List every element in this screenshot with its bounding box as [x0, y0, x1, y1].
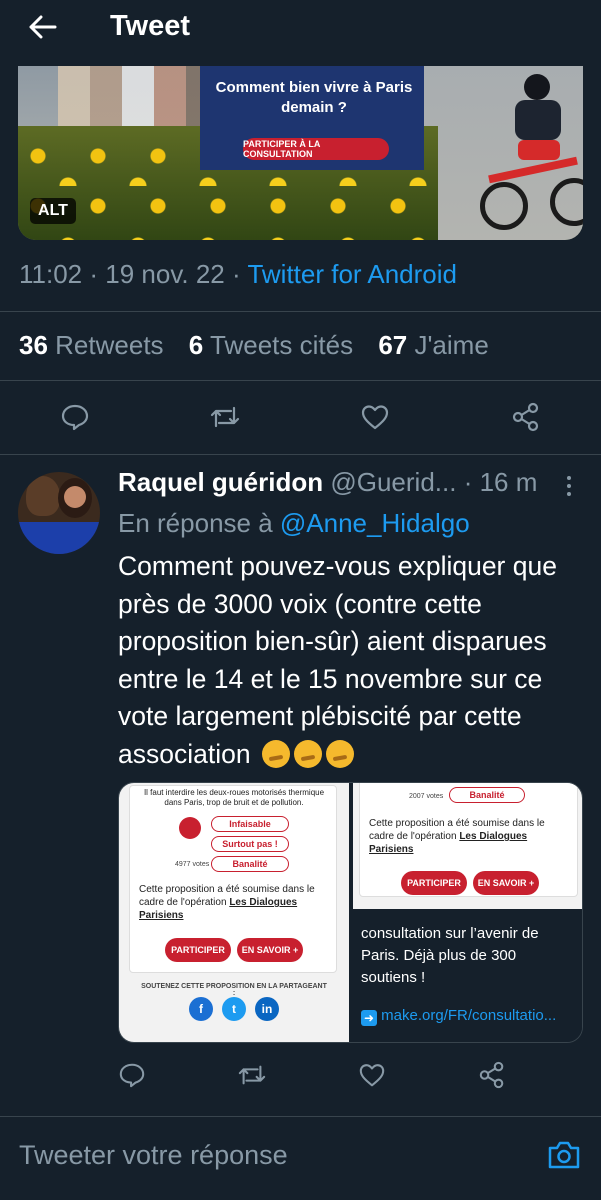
preview-link-row[interactable]: ➜ make.org/FR/consultatio... — [361, 1005, 582, 1027]
linkedin-icon: in — [255, 997, 279, 1021]
thinking-face-icon — [261, 739, 290, 768]
reply-time: · 16 m — [463, 467, 538, 497]
divider — [0, 454, 601, 455]
reply-compose-input[interactable]: Tweeter votre réponse — [19, 1140, 288, 1171]
divider — [0, 1116, 601, 1117]
reply-media-grid: Il faut interdire les deux-roues motoris… — [118, 782, 583, 1043]
likes-label[interactable]: J'aime — [414, 330, 488, 360]
image-child-shorts — [518, 140, 560, 160]
option-banalite: Banalité — [449, 787, 525, 803]
retweets-label[interactable]: Retweets — [55, 330, 163, 360]
reply-icon[interactable] — [115, 1058, 149, 1092]
replying-to: En réponse à @Anne_Hidalgo — [118, 508, 470, 539]
proposal-card — [129, 785, 337, 973]
preview-link[interactable]: make.org/FR/consultatio... — [381, 1007, 556, 1024]
vote-against-icon — [179, 817, 201, 839]
image-overlay-title: Comment bien vivre à Paris demain ? — [215, 79, 413, 116]
quotes-count[interactable]: 6 — [189, 330, 203, 360]
thinking-face-icon — [325, 739, 354, 768]
avatar-figure — [26, 476, 60, 516]
en-savoir-button: EN SAVOIR + — [473, 871, 539, 895]
proposal-text: Il faut interdire les deux-roues motoris… — [143, 788, 325, 807]
more-options-icon[interactable] — [562, 472, 576, 500]
avatar[interactable] — [18, 472, 100, 554]
author-handle[interactable]: @Guerid... — [330, 467, 456, 497]
retweet-icon[interactable] — [235, 1058, 269, 1092]
media-link-preview[interactable]: consultation sur l’avenir de Paris. Déjà… — [353, 909, 582, 1042]
avatar-banner — [18, 522, 100, 554]
likes-count[interactable]: 67 — [378, 330, 407, 360]
thinking-face-icon — [293, 739, 322, 768]
option-surtout-pas: Surtout pas ! — [211, 836, 289, 852]
divider — [0, 380, 601, 381]
quotes-label[interactable]: Tweets cités — [210, 330, 353, 360]
tweet-date: 19 nov. 22 — [105, 259, 225, 289]
participer-button: PARTICIPER — [401, 871, 467, 895]
retweets-count[interactable]: 36 — [19, 330, 48, 360]
media-right-image[interactable]: 2007 votes Banalité Cette proposition a … — [353, 783, 582, 909]
image-child-helmet — [524, 74, 550, 100]
page-title: Tweet — [110, 10, 191, 42]
like-icon[interactable] — [358, 400, 392, 434]
reply-prefix: En réponse à — [118, 508, 273, 538]
separator-dot: · — [89, 259, 106, 289]
reply-mention-link[interactable]: @Anne_Hidalgo — [280, 508, 470, 538]
reply-body: Comment pouvez-vous expliquer que près d… — [118, 551, 557, 769]
vote-count: 2007 votes — [409, 793, 444, 800]
facebook-icon: f — [189, 997, 213, 1021]
share-icon[interactable] — [509, 400, 543, 434]
tweet-timestamp: 11:02 · 19 nov. 22 · Twitter for Android — [19, 259, 457, 290]
en-savoir-button: EN SAVOIR + — [237, 938, 303, 962]
alt-badge[interactable]: ALT — [30, 198, 76, 224]
proposal-note: Cette proposition a été soumise dans le … — [369, 817, 569, 856]
tweet-image[interactable]: Comment bien vivre à Paris demain ? PART… — [18, 66, 583, 240]
retweet-icon[interactable] — [208, 400, 242, 434]
image-child — [515, 100, 561, 140]
media-left-image[interactable]: Il faut interdire les deux-roues motoris… — [119, 783, 349, 1042]
share-caption: SOUTENEZ CETTE PROPOSITION EN LA PARTAGE… — [141, 983, 327, 997]
option-infaisable: Infaisable — [211, 816, 289, 832]
reply-icon[interactable] — [58, 400, 92, 434]
share-icon[interactable] — [475, 1058, 509, 1092]
arrow-right-icon: ➜ — [361, 1010, 377, 1026]
image-overlay-cta: PARTICIPER À LA CONSULTATION — [243, 138, 389, 160]
like-icon[interactable] — [355, 1058, 389, 1092]
option-banalite: Banalité — [211, 856, 289, 872]
separator-dot: · — [232, 259, 248, 289]
reply-author[interactable]: Raquel guéridon @Guerid... · 16 m — [118, 467, 537, 498]
avatar-face — [64, 486, 86, 508]
tweet-stats: 36 Retweets 6 Tweets cités 67 J'aime — [19, 330, 507, 361]
proposal-note: Cette proposition a été soumise dans le … — [139, 883, 329, 922]
participer-button: PARTICIPER — [165, 938, 231, 962]
vote-count: 4977 votes — [175, 861, 210, 868]
author-name[interactable]: Raquel guéridon — [118, 467, 323, 497]
image-bike-wheel — [480, 182, 528, 230]
camera-icon[interactable] — [546, 1138, 582, 1172]
twitter-icon: t — [222, 997, 246, 1021]
divider — [0, 311, 601, 312]
top-bar: Tweet — [0, 0, 601, 54]
tweet-time: 11:02 — [19, 259, 83, 289]
preview-text: consultation sur l’avenir de Paris. Déjà… — [361, 925, 539, 986]
tweet-source-link[interactable]: Twitter for Android — [247, 259, 457, 289]
back-arrow-icon[interactable] — [28, 12, 58, 42]
reply-text: Comment pouvez-vous expliquer que près d… — [118, 548, 588, 773]
